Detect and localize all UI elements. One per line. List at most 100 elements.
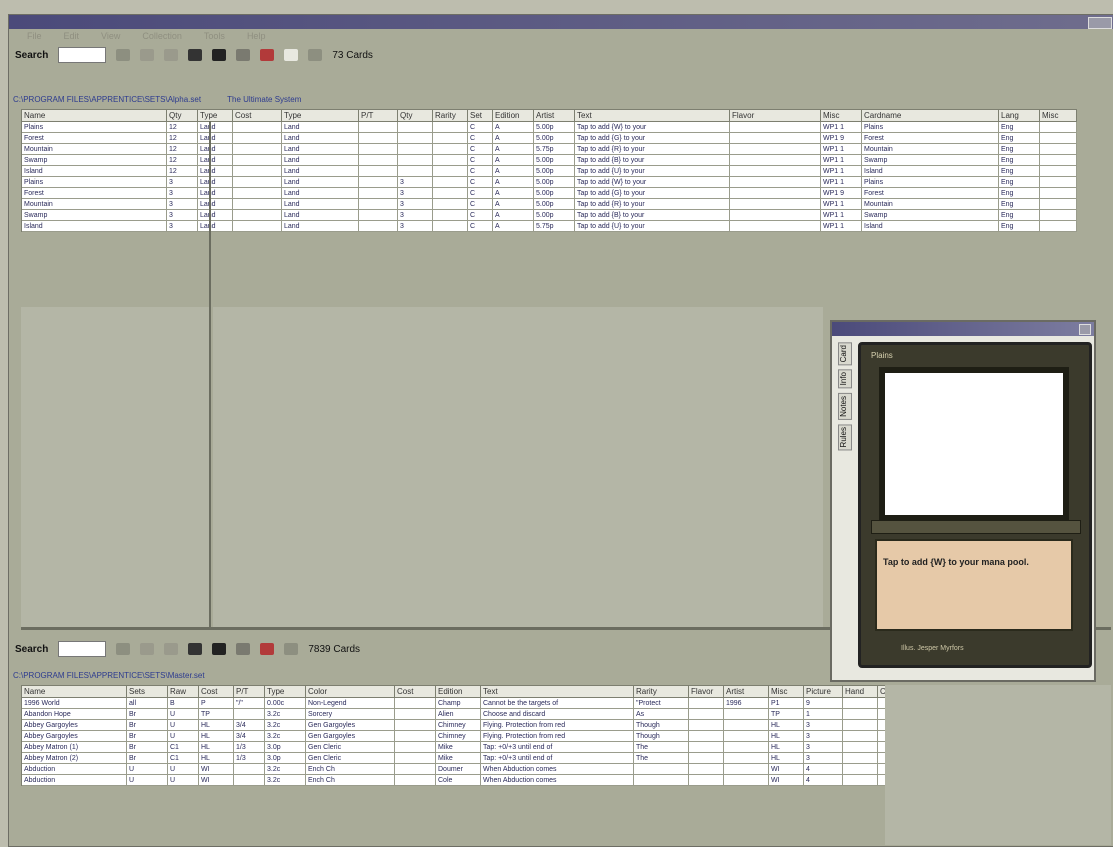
table-cell[interactable] bbox=[1039, 121, 1077, 133]
table-cell[interactable]: Eng bbox=[998, 187, 1040, 199]
table-cell[interactable]: Land bbox=[281, 165, 359, 177]
table-cell[interactable]: Plains bbox=[21, 121, 167, 133]
table-cell[interactable]: HL bbox=[768, 741, 804, 753]
table-cell[interactable] bbox=[688, 763, 724, 775]
table-cell[interactable]: C bbox=[467, 132, 493, 144]
column-header[interactable]: Cost bbox=[394, 685, 436, 698]
table-cell[interactable]: 1/3 bbox=[233, 752, 265, 764]
table-cell[interactable]: Land bbox=[281, 209, 359, 221]
table-row[interactable]: Abduction U U WI 3.2c Ench Ch Cole When Abducti… bbox=[21, 774, 917, 786]
table-cell[interactable]: C bbox=[467, 220, 493, 232]
table-cell[interactable] bbox=[842, 708, 878, 720]
table-cell[interactable]: Island bbox=[861, 165, 999, 177]
table-cell[interactable]: 3/4 bbox=[233, 719, 265, 731]
table-row[interactable]: Abbey Matron (1) Br C1 HL 1/3 3.0p Gen Cleric M… bbox=[21, 741, 917, 753]
table-row[interactable]: Island 3 Land Land 3 C A 5.75p Tap to add {U} to… bbox=[21, 220, 1077, 232]
table-cell[interactable] bbox=[729, 220, 821, 232]
table-cell[interactable]: Mountain bbox=[861, 198, 999, 210]
table-cell[interactable] bbox=[394, 741, 436, 753]
table-cell[interactable]: Abbey Gargoyles bbox=[21, 730, 127, 742]
table-cell[interactable] bbox=[397, 121, 433, 133]
table-cell[interactable]: A bbox=[492, 121, 534, 133]
table-cell[interactable] bbox=[232, 209, 282, 221]
table-cell[interactable]: Mountain bbox=[21, 198, 167, 210]
table-cell[interactable]: 1/3 bbox=[233, 741, 265, 753]
table-cell[interactable]: WP1 1 bbox=[820, 165, 862, 177]
column-header[interactable]: Raw bbox=[167, 685, 199, 698]
table-cell[interactable] bbox=[729, 121, 821, 133]
table-cell[interactable] bbox=[358, 209, 398, 221]
table-cell[interactable]: C bbox=[467, 209, 493, 221]
table-cell[interactable] bbox=[729, 198, 821, 210]
table-cell[interactable]: WI bbox=[198, 763, 234, 775]
column-header[interactable]: P/T bbox=[358, 109, 398, 122]
table-cell[interactable]: A bbox=[492, 187, 534, 199]
table-cell[interactable]: WP1 9 bbox=[820, 187, 862, 199]
table-cell[interactable]: U bbox=[167, 708, 199, 720]
table-cell[interactable] bbox=[723, 774, 769, 786]
table-cell[interactable] bbox=[723, 763, 769, 775]
table-cell[interactable]: U bbox=[126, 774, 168, 786]
table-cell[interactable] bbox=[729, 154, 821, 166]
table-cell[interactable]: 9 bbox=[803, 697, 843, 709]
column-header[interactable]: Hand bbox=[842, 685, 878, 698]
table-cell[interactable]: Br bbox=[126, 730, 168, 742]
table-cell[interactable]: 1996 bbox=[723, 697, 769, 709]
table-cell[interactable] bbox=[233, 774, 265, 786]
table-cell[interactable]: 3 bbox=[397, 198, 433, 210]
column-header[interactable]: Edition bbox=[492, 109, 534, 122]
table-cell[interactable]: WP1 1 bbox=[820, 121, 862, 133]
table-cell[interactable]: 3 bbox=[397, 209, 433, 221]
table-cell[interactable]: Abbey Matron (1) bbox=[21, 741, 127, 753]
column-header[interactable]: Color bbox=[305, 685, 395, 698]
column-header[interactable]: Type bbox=[281, 109, 359, 122]
table-cell[interactable]: Tap to add {G} to your bbox=[574, 132, 730, 144]
table-cell[interactable]: A bbox=[492, 154, 534, 166]
table-cell[interactable] bbox=[842, 752, 878, 764]
filter-icon[interactable] bbox=[116, 49, 131, 61]
table-row[interactable]: Plains 3 Land Land 3 C A 5.00p Tap to add {W} to… bbox=[21, 176, 1077, 188]
column-header[interactable]: Picture bbox=[803, 685, 843, 698]
column-header[interactable]: Cardname bbox=[861, 109, 999, 122]
table-cell[interactable] bbox=[358, 132, 398, 144]
table-cell[interactable]: Ench Ch bbox=[305, 774, 395, 786]
menu-view[interactable]: View bbox=[101, 31, 120, 41]
column-header[interactable]: Artist bbox=[723, 685, 769, 698]
table-cell[interactable]: Choose and discard bbox=[480, 708, 634, 720]
table-cell[interactable]: Cannot be the targets of bbox=[480, 697, 634, 709]
table-cell[interactable]: 3.2c bbox=[264, 730, 306, 742]
table-cell[interactable] bbox=[1039, 154, 1077, 166]
table-row[interactable]: Mountain 12 Land Land C A 5.75p Tap to add {R} … bbox=[21, 143, 1077, 155]
table-cell[interactable] bbox=[394, 730, 436, 742]
table-cell[interactable]: Eng bbox=[998, 198, 1040, 210]
table-cell[interactable] bbox=[729, 209, 821, 221]
table-cell[interactable]: 12 bbox=[166, 121, 198, 133]
deck-icon[interactable] bbox=[188, 49, 203, 61]
table-cell[interactable]: HL bbox=[768, 719, 804, 731]
table-cell[interactable]: Plains bbox=[861, 176, 999, 188]
table-cell[interactable] bbox=[432, 165, 468, 177]
table-cell[interactable]: Land bbox=[281, 154, 359, 166]
table-cell[interactable]: Sorcery bbox=[305, 708, 395, 720]
table-cell[interactable]: 5.00p bbox=[533, 132, 575, 144]
table-cell[interactable]: 5.00p bbox=[533, 187, 575, 199]
table-cell[interactable] bbox=[688, 741, 724, 753]
table-cell[interactable] bbox=[232, 198, 282, 210]
table-cell[interactable]: 4 bbox=[803, 774, 843, 786]
table-cell[interactable]: Tap to add {U} to your bbox=[574, 165, 730, 177]
home-icon[interactable] bbox=[284, 643, 299, 655]
table-cell[interactable]: Br bbox=[126, 708, 168, 720]
column-header[interactable]: Name bbox=[21, 685, 127, 698]
table-cell[interactable] bbox=[1039, 176, 1077, 188]
column-header[interactable]: Qty bbox=[166, 109, 198, 122]
table-cell[interactable] bbox=[397, 143, 433, 155]
table-cell[interactable]: U bbox=[126, 763, 168, 775]
table-cell[interactable] bbox=[723, 708, 769, 720]
table-row[interactable]: Abduction U U WI 3.2c Ench Ch Doumer When Abduc… bbox=[21, 763, 917, 775]
table-row[interactable]: Mountain 3 Land Land 3 C A 5.00p Tap to add {R} … bbox=[21, 198, 1077, 210]
column-header[interactable]: Sets bbox=[126, 685, 168, 698]
table-cell[interactable]: 5.75p bbox=[533, 220, 575, 232]
table-cell[interactable] bbox=[432, 154, 468, 166]
table-cell[interactable] bbox=[232, 132, 282, 144]
table-cell[interactable]: Swamp bbox=[861, 154, 999, 166]
